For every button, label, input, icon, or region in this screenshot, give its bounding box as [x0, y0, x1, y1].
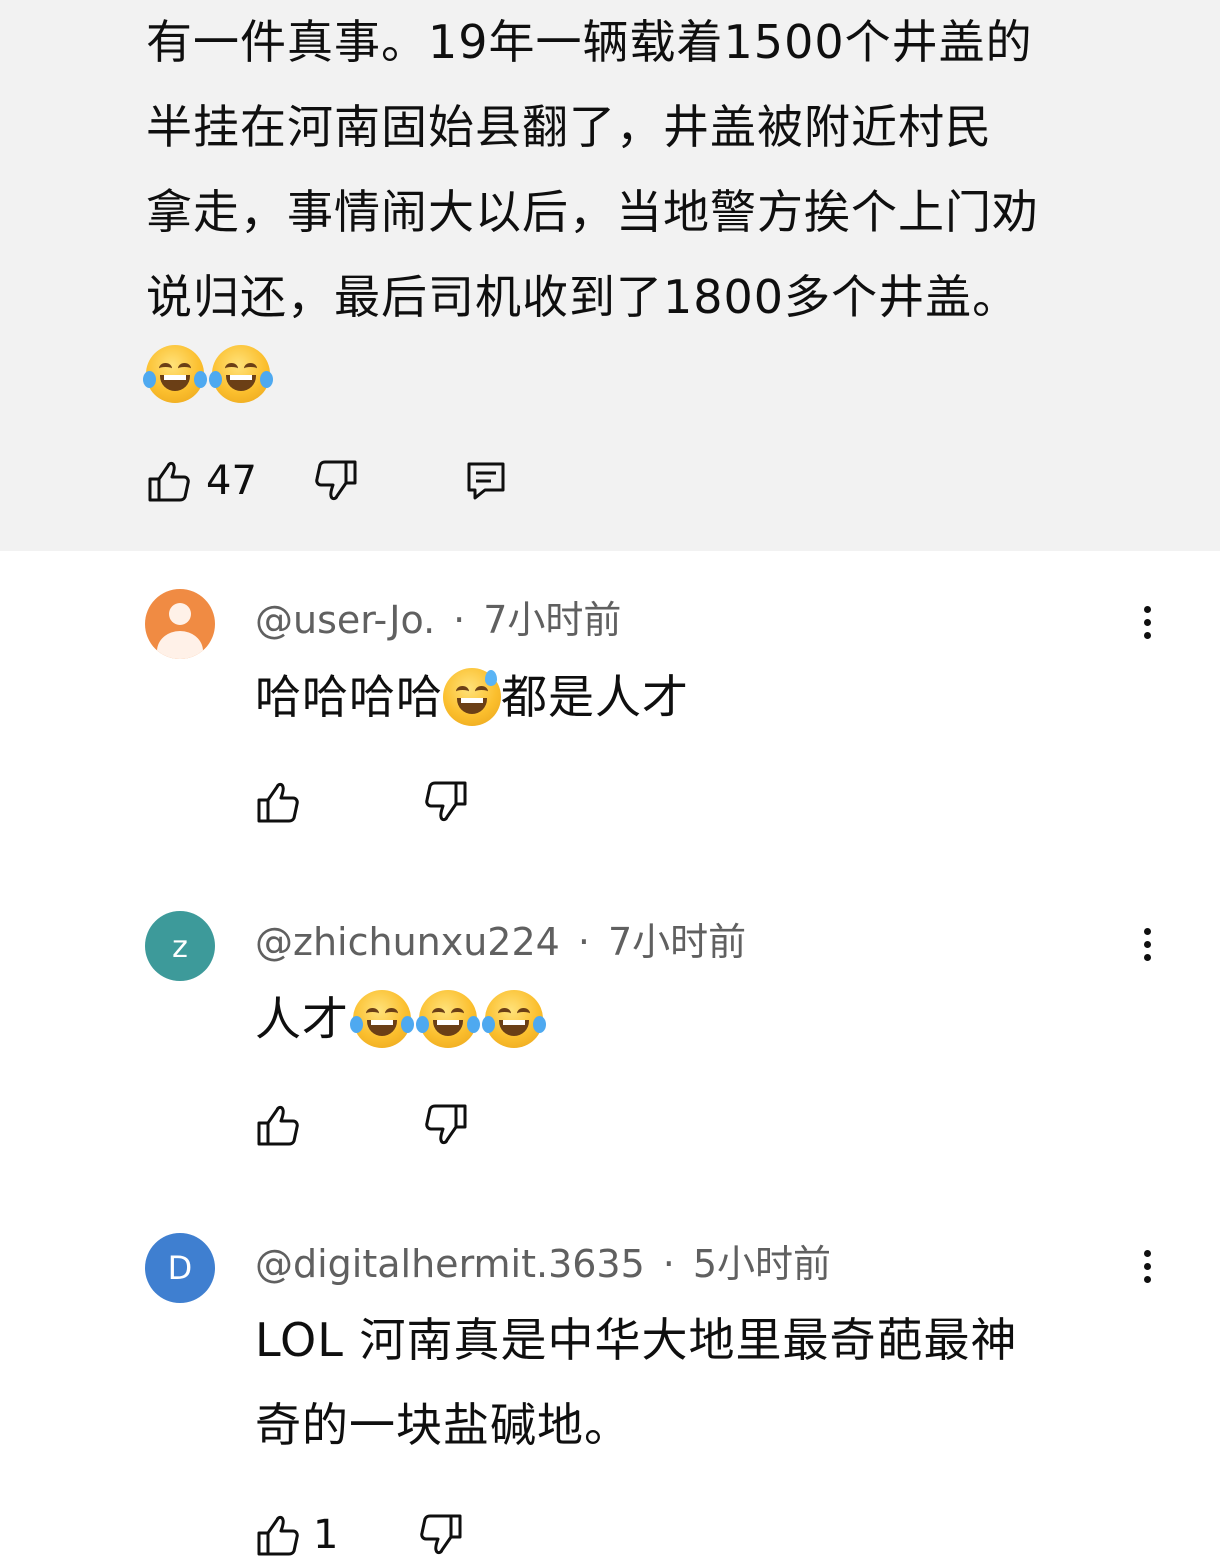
avatar[interactable]: z	[145, 911, 215, 981]
grinning-face-with-sweat-icon	[443, 667, 501, 726]
comment-author[interactable]: @user-Jo.	[255, 598, 435, 642]
top-comment-emojis	[143, 345, 273, 403]
face-with-tears-of-joy-icon	[482, 989, 546, 1048]
thumbs-up-icon[interactable]	[146, 458, 192, 504]
comment-meta: @zhichunxu224 · 7小时前	[255, 920, 747, 964]
face-with-tears-of-joy-icon	[209, 345, 273, 403]
avatar[interactable]: D	[145, 1233, 215, 1303]
thumbs-up-icon[interactable]	[255, 1102, 301, 1148]
thumbs-up-icon[interactable]	[255, 1512, 301, 1558]
comment-time: 7小时前	[483, 598, 622, 642]
comment-text: 哈哈哈哈 都是人才	[255, 655, 689, 740]
like-count: 47	[206, 458, 257, 504]
thumbs-down-icon[interactable]	[418, 1512, 464, 1558]
comment-text: LOL 河南真是中华大地里最奇葩最神 奇的一块盐碱地。	[255, 1313, 1018, 1452]
comment-author[interactable]: @zhichunxu224	[255, 920, 560, 964]
more-vertical-icon[interactable]	[1135, 922, 1159, 972]
top-comment-card: 有一件真事。19年一辆载着1500个井盖的 半挂在河南固始县翻了，井盖被附近村民…	[0, 0, 1220, 551]
more-vertical-icon[interactable]	[1135, 600, 1159, 650]
thumbs-down-icon[interactable]	[423, 779, 469, 825]
comment-meta: @digitalhermit.3635 · 5小时前	[255, 1242, 832, 1286]
thumbs-down-icon[interactable]	[423, 1102, 469, 1148]
avatar[interactable]	[145, 589, 215, 659]
comment-meta: @user-Jo. · 7小时前	[255, 598, 622, 642]
comment-actions	[255, 779, 469, 825]
comment-actions: 1	[255, 1512, 464, 1558]
thumbs-down-icon[interactable]	[313, 458, 359, 504]
face-with-tears-of-joy-icon	[350, 989, 414, 1048]
comment-actions	[255, 1102, 469, 1148]
top-comment-line: 半挂在河南固始县翻了，井盖被附近村民	[146, 100, 992, 154]
face-with-tears-of-joy-icon	[143, 345, 207, 403]
reply-icon[interactable]	[463, 458, 509, 504]
comment-time: 7小时前	[607, 920, 747, 964]
face-with-tears-of-joy-icon	[416, 989, 480, 1048]
like-count: 1	[313, 1512, 339, 1558]
top-comment-text: 有一件真事。19年一辆载着1500个井盖的 半挂在河南固始县翻了，井盖被附近村民…	[146, 0, 1146, 340]
thumbs-up-icon[interactable]	[255, 779, 301, 825]
comment-time: 5小时前	[692, 1242, 832, 1286]
comment-text: 人才	[255, 977, 546, 1062]
top-comment-line: 拿走，事情闹大以后，当地警方挨个上门劝	[146, 185, 1039, 239]
top-comment-line: 有一件真事。19年一辆载着1500个井盖的	[146, 15, 1033, 69]
more-vertical-icon[interactable]	[1135, 1244, 1159, 1294]
comment-author[interactable]: @digitalhermit.3635	[255, 1242, 645, 1286]
top-comment-line: 说归还，最后司机收到了1800多个井盖。	[146, 270, 1020, 324]
top-comment-actions: 47	[146, 458, 509, 504]
